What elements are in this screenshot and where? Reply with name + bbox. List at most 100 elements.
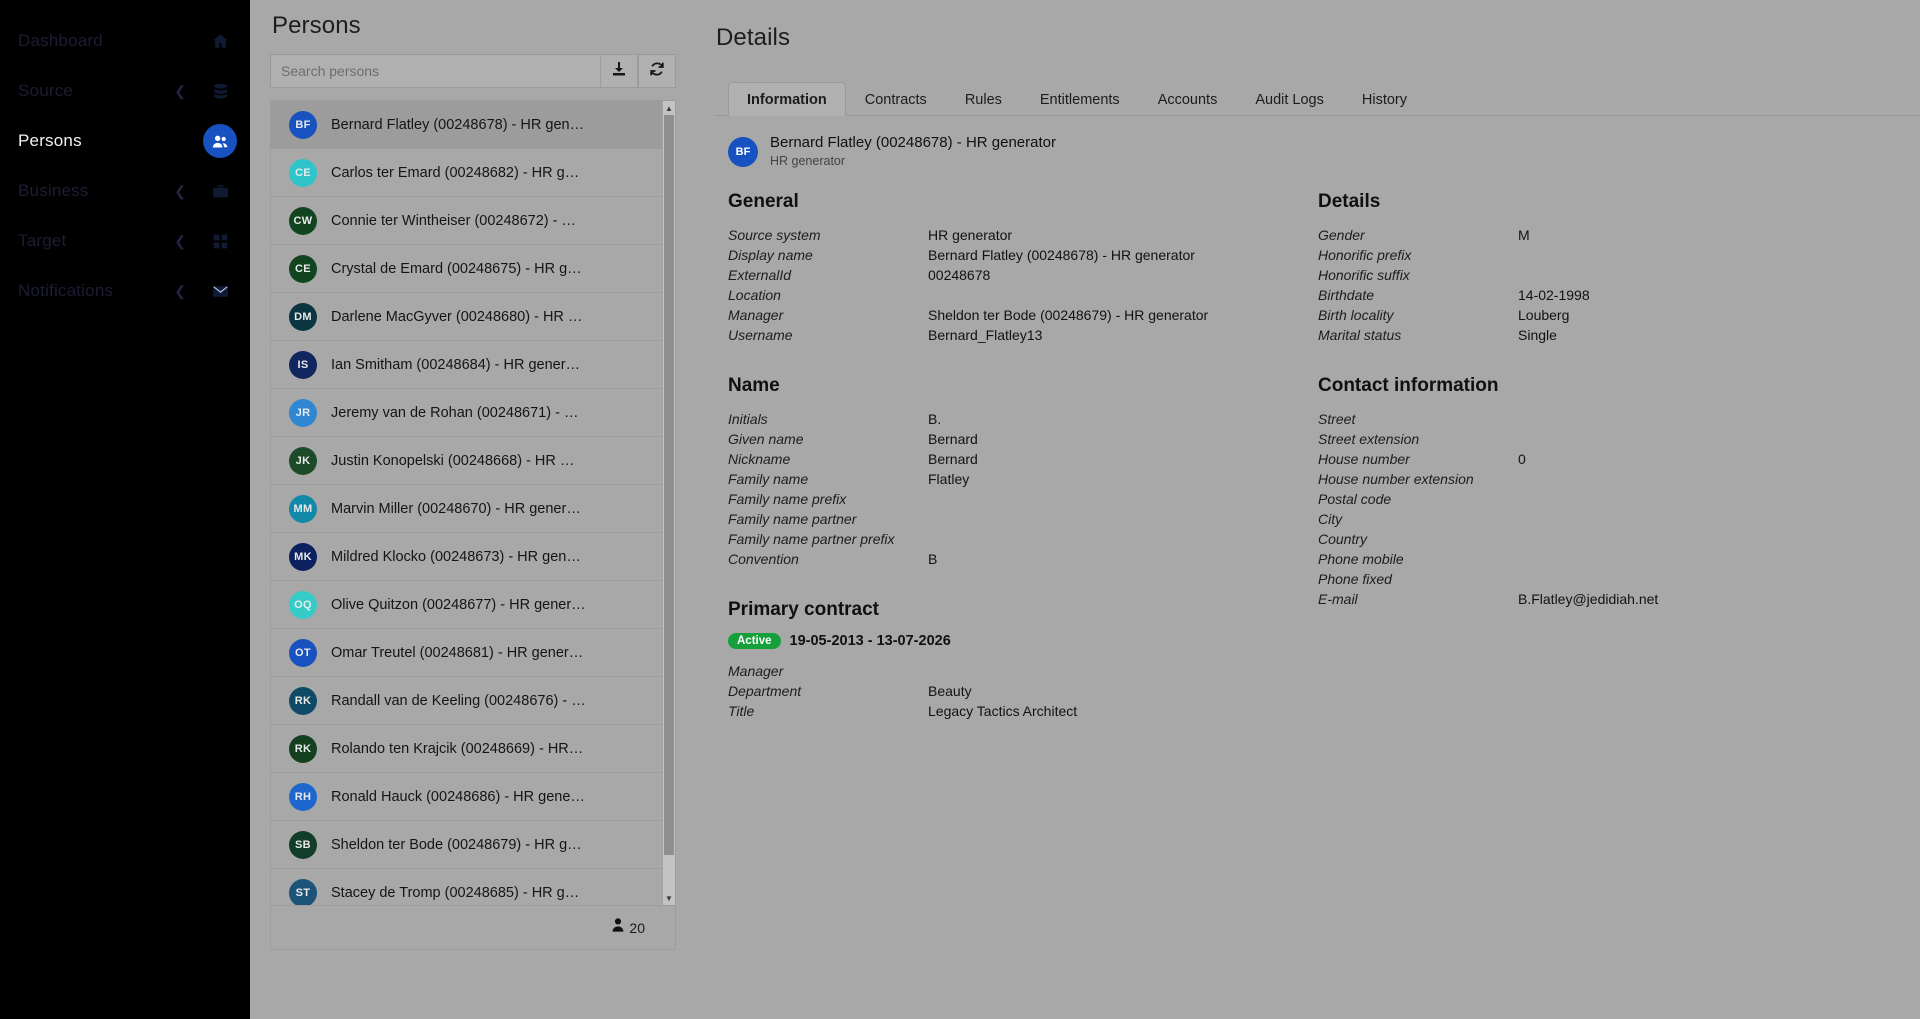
avatar: IS	[289, 350, 317, 379]
field-row: E-mail B.Flatley@jedidiah.net	[1318, 589, 1778, 609]
sidebar: Dashboard Source ❮ Persons Business ❮ Target ❮ N…	[0, 0, 250, 1019]
field-label: Honorific suffix	[1318, 267, 1410, 283]
tab-accounts[interactable]: Accounts	[1139, 82, 1237, 116]
list-item[interactable]: MK Mildred Klocko (00248673) - HR gen…	[271, 533, 662, 581]
field-row: Title Legacy Tactics Architect	[728, 701, 1318, 721]
list-item[interactable]: RK Rolando ten Krajcik (00248669) - HR…	[271, 725, 662, 773]
field-value: M	[1518, 227, 1530, 243]
tab-history[interactable]: History	[1343, 82, 1426, 116]
list-item[interactable]: ST Stacey de Tromp (00248685) - HR g…	[271, 869, 662, 905]
list-item-label: Ronald Hauck (00248686) - HR gene…	[331, 788, 585, 805]
persons-list-scrollbar[interactable]: ▲ ▼	[662, 101, 675, 905]
mail-icon	[206, 277, 234, 305]
tab-entitlements[interactable]: Entitlements	[1021, 82, 1139, 116]
persons-panel: Persons BF	[250, 0, 690, 1019]
field-value: 0	[1518, 451, 1526, 467]
avatar: BF	[728, 136, 758, 167]
sidebar-item-target[interactable]: Target ❮	[0, 216, 250, 266]
list-item[interactable]: SB Sheldon ter Bode (00248679) - HR g…	[271, 821, 662, 869]
chevron-left-icon[interactable]: ❮	[174, 84, 186, 98]
tab-rules[interactable]: Rules	[946, 82, 1021, 116]
list-item[interactable]: DM Darlene MacGyver (00248680) - HR …	[271, 293, 662, 341]
list-item[interactable]: CW Connie ter Wintheiser (00248672) - …	[271, 197, 662, 245]
field-row: Postal code	[1318, 489, 1778, 509]
chevron-left-icon[interactable]: ❮	[174, 284, 186, 298]
list-item[interactable]: IS Ian Smitham (00248684) - HR gener…	[271, 341, 662, 389]
list-item[interactable]: BF Bernard Flatley (00248678) - HR gen…	[271, 101, 662, 149]
field-value: 14-02-1998	[1518, 287, 1590, 303]
sidebar-item-dashboard[interactable]: Dashboard	[0, 16, 250, 66]
sidebar-item-persons[interactable]: Persons	[0, 116, 250, 166]
chevron-left-icon[interactable]: ❮	[174, 234, 186, 248]
persons-list-footer: 20	[271, 905, 675, 949]
list-item[interactable]: OT Omar Treutel (00248681) - HR gener…	[271, 629, 662, 677]
avatar: DM	[289, 302, 317, 331]
list-item-label: Bernard Flatley (00248678) - HR gen…	[331, 116, 585, 133]
field-value: B	[928, 551, 938, 567]
chevron-left-icon[interactable]: ❮	[174, 184, 186, 198]
list-item[interactable]: JK Justin Konopelski (00248668) - HR …	[271, 437, 662, 485]
field-label: Family name partner prefix	[728, 531, 895, 547]
avatar: RK	[289, 686, 317, 715]
scrollbar-thumb[interactable]	[664, 115, 674, 855]
field-row: Family name partner prefix	[728, 529, 1318, 549]
sidebar-item-notifications[interactable]: Notifications ❮	[0, 266, 250, 316]
field-row: Location	[728, 285, 1318, 305]
field-label: City	[1318, 511, 1343, 527]
section-title-contact: Contact information	[1318, 375, 1499, 396]
application-window: Dashboard Source ❮ Persons Business ❮ Target ❮ N…	[0, 0, 1920, 1019]
field-row: Honorific prefix	[1318, 245, 1778, 265]
persons-list[interactable]: BF Bernard Flatley (00248678) - HR gen… CE…	[271, 101, 662, 905]
field-row: Department Beauty	[728, 681, 1318, 701]
list-item[interactable]: CE Crystal de Emard (00248675) - HR g…	[271, 245, 662, 293]
refresh-button[interactable]	[638, 54, 676, 88]
tab-information[interactable]: Information	[728, 82, 846, 116]
field-label: E-mail	[1318, 591, 1358, 607]
field-row: Country	[1318, 529, 1778, 549]
tab-contracts[interactable]: Contracts	[846, 82, 946, 116]
field-value: Bernard	[928, 451, 978, 467]
export-button[interactable]	[600, 54, 638, 88]
field-row: Source system HR generator	[728, 225, 1318, 245]
field-label: Family name partner	[728, 511, 857, 527]
field-row: Nickname Bernard	[728, 449, 1318, 469]
list-item[interactable]: RH Ronald Hauck (00248686) - HR gene…	[271, 773, 662, 821]
list-item[interactable]: JR Jeremy van de Rohan (00248671) - …	[271, 389, 662, 437]
scroll-up-icon[interactable]: ▲	[663, 101, 675, 115]
refresh-icon	[649, 61, 665, 82]
field-value: Beauty	[928, 683, 972, 699]
field-row: Convention B	[728, 549, 1318, 569]
list-item[interactable]: CE Carlos ter Emard (00248682) - HR g…	[271, 149, 662, 197]
field-label: House number	[1318, 451, 1410, 467]
scroll-down-icon[interactable]: ▼	[663, 891, 675, 905]
field-row: House number extension	[1318, 469, 1778, 489]
list-item-label: Omar Treutel (00248681) - HR gener…	[331, 644, 584, 661]
search-input[interactable]	[270, 54, 600, 88]
sidebar-item-label: Notifications	[18, 281, 114, 300]
list-item[interactable]: RK Randall van de Keeling (00248676) - …	[271, 677, 662, 725]
field-row: Honorific suffix	[1318, 265, 1778, 285]
field-value: Single	[1518, 327, 1557, 343]
list-item-label: Rolando ten Krajcik (00248669) - HR…	[331, 740, 584, 757]
field-row: Manager	[728, 661, 1318, 681]
home-icon	[206, 27, 234, 55]
tab-audit-logs[interactable]: Audit Logs	[1236, 82, 1343, 116]
section-general: General Source system HR generator Display…	[728, 191, 1318, 345]
sidebar-item-business[interactable]: Business ❮	[0, 166, 250, 216]
field-row: Family name Flatley	[728, 469, 1318, 489]
avatar: RK	[289, 734, 317, 763]
field-label: Username	[728, 327, 793, 343]
briefcase-icon	[206, 177, 234, 205]
list-item[interactable]: OQ Olive Quitzon (00248677) - HR gener…	[271, 581, 662, 629]
field-value: Bernard Flatley (00248678) - HR generato…	[928, 247, 1195, 263]
sidebar-item-label: Business	[18, 181, 89, 200]
contract-dates: 19-05-2013 - 13-07-2026	[789, 633, 951, 649]
sidebar-item-source[interactable]: Source ❮	[0, 66, 250, 116]
selected-person-subtitle: HR generator	[770, 153, 846, 168]
list-item[interactable]: MM Marvin Miller (00248670) - HR gener…	[271, 485, 662, 533]
section-name: Name Initials B. Given name Bernard Nickname…	[728, 375, 1318, 569]
list-item-label: Marvin Miller (00248670) - HR gener…	[331, 500, 581, 517]
field-row: Street extension	[1318, 429, 1778, 449]
person-icon	[612, 918, 624, 937]
field-value: B.Flatley@jedidiah.net	[1518, 591, 1659, 607]
